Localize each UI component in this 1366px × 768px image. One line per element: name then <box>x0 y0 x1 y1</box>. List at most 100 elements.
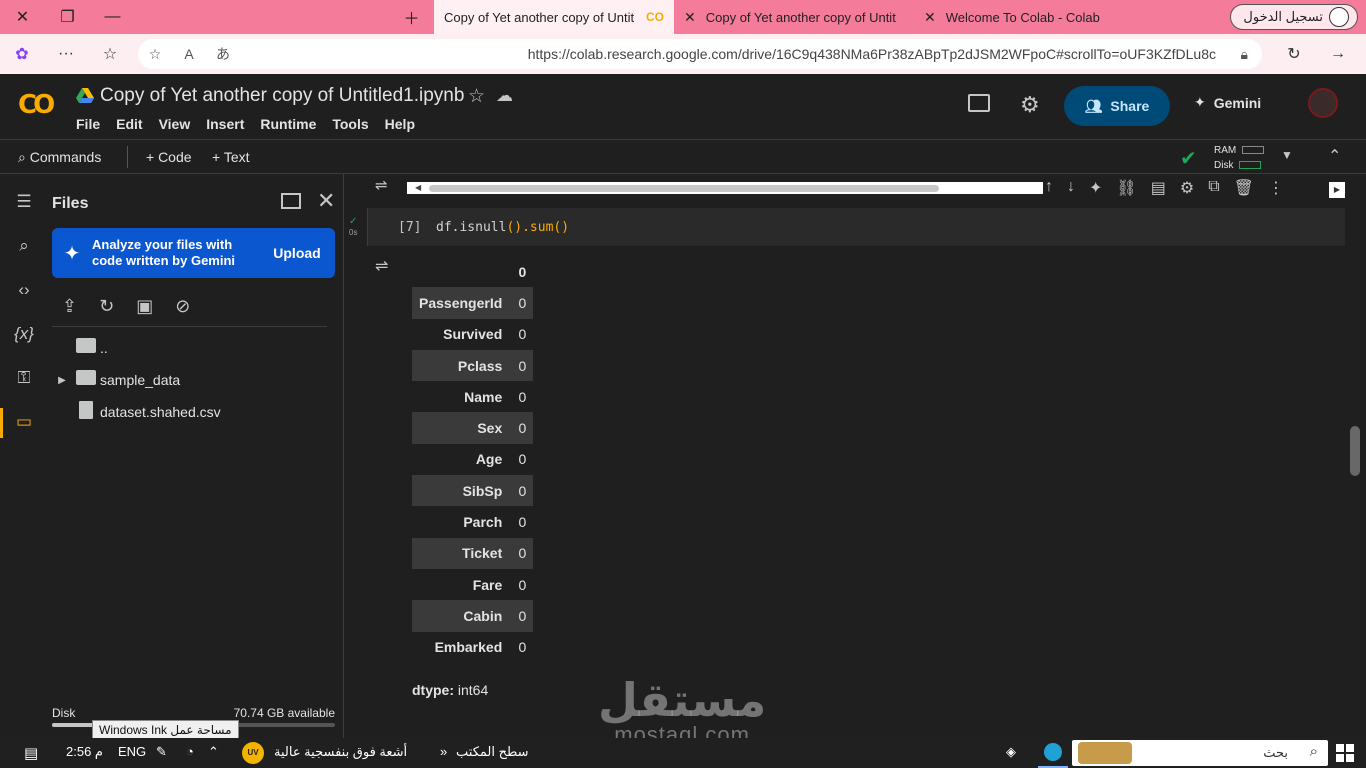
browser-tab-1[interactable]: Copy of Yet another copy of Untit CO <box>434 0 674 34</box>
table-row: Fare 0 <box>412 569 533 600</box>
tab-title: Copy of Yet another copy of Untit <box>705 9 896 25</box>
files-folder-icon[interactable]: ▭ <box>12 412 36 436</box>
run-status[interactable]: ✓ 0s <box>349 216 357 238</box>
menu-tools[interactable]: Tools <box>332 116 368 132</box>
minimize-window-icon[interactable]: — <box>90 0 135 34</box>
weather-text[interactable]: أشعة فوق بنفسجية عالية <box>274 744 407 760</box>
menu-insert[interactable]: Insert <box>206 116 244 132</box>
delete-icon[interactable]: 🗑︎ <box>1234 178 1254 198</box>
windows-start-icon[interactable] <box>1336 744 1354 762</box>
taskbar-search[interactable]: بحث ⌕ <box>1072 740 1328 766</box>
favorites-icon[interactable]: ☆ <box>88 44 132 64</box>
add-text-button[interactable]: + Text <box>212 149 250 165</box>
more-icon[interactable]: ··· <box>44 45 88 63</box>
star-icon[interactable]: ☆ <box>468 85 485 108</box>
horizontal-scrollbar[interactable]: ◀ <box>407 182 1043 194</box>
menu-runtime[interactable]: Runtime <box>260 116 316 132</box>
pinned-app-icon[interactable]: ◈ <box>1006 744 1016 760</box>
close-tab-icon[interactable]: ✕ <box>924 9 936 26</box>
share-button[interactable]: 👥︎ Share <box>1064 86 1170 126</box>
cell-settings-icon[interactable]: ⚙ <box>1180 178 1194 198</box>
desktop-toolbar[interactable]: سطح المكتب <box>456 744 529 760</box>
user-avatar[interactable] <box>1308 88 1338 118</box>
lock-icon[interactable]: 🔒︎ <box>1241 46 1248 63</box>
runtime-dropdown-icon[interactable]: ▼ <box>1281 148 1293 162</box>
scrollbar-thumb[interactable] <box>429 185 939 192</box>
close-panel-icon[interactable]: ✕ <box>317 188 335 214</box>
comments-icon[interactable] <box>968 94 990 112</box>
refresh-icon[interactable]: ↻ <box>99 296 114 317</box>
secrets-key-icon[interactable]: ⚿ <box>12 368 36 392</box>
variables-icon[interactable]: {x} <box>12 324 36 348</box>
cloud-saved-icon[interactable]: ☁ <box>496 86 513 106</box>
notebook-title[interactable]: Copy of Yet another copy of Untitled1.ip… <box>100 85 464 107</box>
translate-icon[interactable]: あ <box>206 44 240 64</box>
read-aloud-icon[interactable]: A <box>172 46 206 62</box>
find-replace-icon[interactable]: ⌕ <box>12 236 36 260</box>
execution-count: [7] <box>398 220 422 235</box>
favorite-star-icon[interactable]: ☆ <box>138 46 172 63</box>
comment-icon[interactable]: ▤ <box>1151 178 1166 198</box>
wifi-icon[interactable]: ◔ <box>186 744 194 759</box>
move-down-icon[interactable]: ↓ <box>1067 178 1075 198</box>
menu-view[interactable]: View <box>159 116 191 132</box>
collapse-header-icon[interactable]: ⌃ <box>1328 146 1341 166</box>
settings-gear-icon[interactable]: ⚙ <box>1020 92 1040 118</box>
language-indicator[interactable]: ENG <box>118 744 146 759</box>
toolbar-chevron-icon[interactable]: » <box>440 744 447 759</box>
expand-caret-icon[interactable]: ▶ <box>52 375 72 386</box>
gemini-spark-icon[interactable]: ✦ <box>1089 178 1102 198</box>
close-tab-icon[interactable]: ✕ <box>684 9 696 26</box>
link-icon[interactable]: ⛓ <box>1116 178 1136 198</box>
commands-button[interactable]: ⌕ Commands <box>18 149 101 166</box>
forward-icon[interactable]: → <box>1316 45 1360 63</box>
people-icon: 👥︎ <box>1084 97 1103 114</box>
colab-logo[interactable]: CO <box>18 90 60 120</box>
new-tab-icon[interactable]: ＋ <box>389 0 434 34</box>
menu-file[interactable]: File <box>76 116 100 132</box>
gemini-button[interactable]: ✦ Gemini <box>1194 94 1261 111</box>
menu-help[interactable]: Help <box>385 116 415 132</box>
more-vert-icon[interactable]: ⋮ <box>1268 178 1284 198</box>
upload-button[interactable]: Upload <box>259 245 335 261</box>
mount-drive-icon[interactable]: ▣ <box>136 296 153 317</box>
pen-icon[interactable]: ✎ <box>156 744 167 760</box>
code-source[interactable]: df.isnull().sum() <box>436 220 569 235</box>
address-bar[interactable]: ☆ A あ https://colab.research.google.com/… <box>138 39 1262 69</box>
table-of-contents-icon[interactable]: ☰ <box>12 192 36 216</box>
restore-window-icon[interactable]: ❐ <box>45 0 90 34</box>
code-snippets-icon[interactable]: ‹› <box>12 280 36 304</box>
refresh-icon[interactable]: ↻ <box>1272 44 1316 64</box>
mirror-cell-icon[interactable]: ⧉ <box>1208 178 1219 198</box>
gemini-promo-card[interactable]: ✦ Analyze your files with code written b… <box>52 228 335 278</box>
vertical-scrollbar-thumb[interactable] <box>1350 426 1360 476</box>
add-code-button[interactable]: + Code <box>146 149 192 165</box>
copilot-icon[interactable]: ✿ <box>0 44 44 64</box>
output-actions-icon[interactable]: ⇌ <box>375 256 388 276</box>
code-cell[interactable]: [7] df.isnull().sum() <box>367 208 1345 246</box>
signin-button[interactable]: تسجيل الدخول <box>1230 4 1358 30</box>
scroll-right-icon[interactable]: ▶ <box>1329 182 1345 198</box>
output-toggle-icon[interactable]: ⇌ <box>375 176 388 194</box>
table-row: Embarked 0 <box>412 632 533 663</box>
menu-edit[interactable]: Edit <box>116 116 142 132</box>
browser-tab-2[interactable]: ✕ Copy of Yet another copy of Untit <box>674 0 914 34</box>
list-item[interactable]: dataset.shahed.csv <box>52 396 332 428</box>
clock[interactable]: 2:56 م <box>66 744 103 760</box>
open-in-tab-icon[interactable] <box>281 193 301 209</box>
tray-chevron-icon[interactable]: ⌃ <box>208 744 219 760</box>
move-up-icon[interactable]: ↑ <box>1045 178 1053 198</box>
cell-toolbar: ↑ ↓ ✦ ⛓ ▤ ⚙ ⧉ 🗑︎ ⋮ <box>1045 178 1284 198</box>
edge-browser-icon[interactable] <box>1038 738 1068 768</box>
list-item[interactable]: ▶ sample_data <box>52 364 332 396</box>
scroll-left-icon[interactable]: ◀ <box>415 183 421 192</box>
close-window-icon[interactable]: ✕ <box>0 0 45 34</box>
connected-check-icon[interactable]: ✔ <box>1180 146 1197 171</box>
resource-monitor[interactable]: RAM Disk <box>1214 143 1265 173</box>
notifications-icon[interactable]: ▤ <box>24 744 38 762</box>
browser-tab-3[interactable]: ✕ Welcome To Colab - Colab <box>914 0 1150 34</box>
upload-file-icon[interactable]: ⇪ <box>62 296 77 317</box>
list-item[interactable]: .. <box>52 332 332 364</box>
uv-weather-badge[interactable]: UV <box>242 742 264 764</box>
hide-files-icon[interactable]: ⊘ <box>175 296 190 317</box>
